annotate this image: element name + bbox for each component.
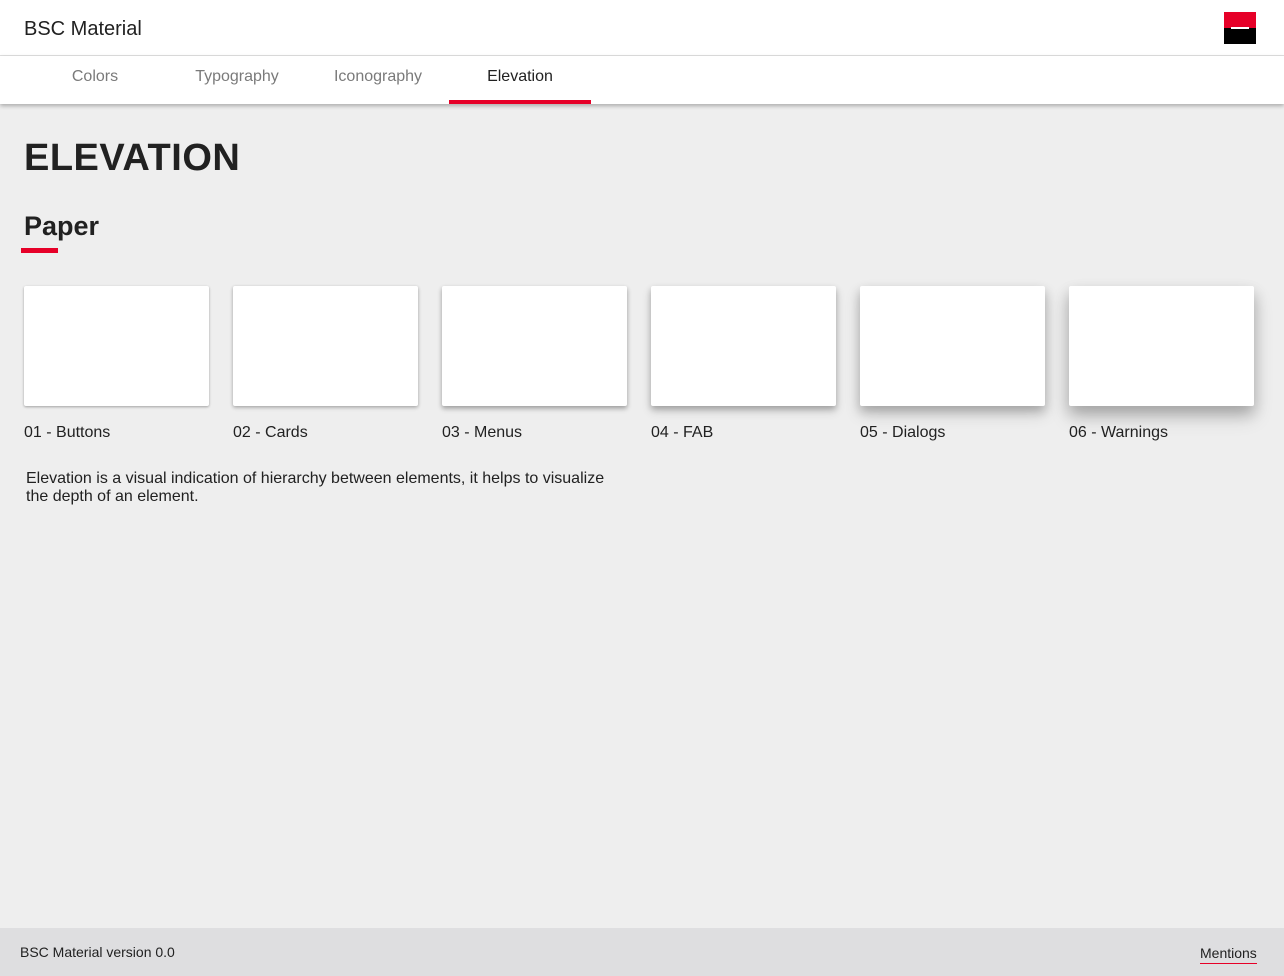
paper-sample-menus	[442, 286, 627, 406]
paper-label-cards: 02 - Cards	[233, 424, 308, 441]
app-root: BSC Material Colors Typography Iconograp…	[0, 0, 1284, 976]
brand-logo-icon[interactable]	[1224, 12, 1256, 44]
logo-red-half	[1224, 12, 1256, 28]
paper-label-dialogs: 05 - Dialogs	[860, 424, 946, 441]
version-text: BSC Material version 0.0	[20, 944, 175, 960]
section-title: Paper	[24, 211, 100, 241]
elevation-description: Elevation is a visual indication of hier…	[26, 470, 605, 505]
app-title: BSC Material	[24, 18, 142, 40]
footer: BSC Material version 0.0 Mentions	[0, 928, 1284, 976]
mentions-link[interactable]: Mentions	[1200, 944, 1257, 964]
section-title-underline	[21, 248, 58, 253]
paper-sample-fab	[651, 286, 836, 406]
paper-sample-warnings	[1069, 286, 1254, 406]
paper-sample-cards	[233, 286, 418, 406]
top-app-bar: BSC Material	[0, 0, 1284, 56]
tab-iconography[interactable]: Iconography	[307, 56, 449, 104]
tab-bar: Colors Typography Iconography Elevation	[0, 56, 1284, 104]
paper-sample-buttons	[24, 286, 209, 406]
tab-colors[interactable]: Colors	[24, 56, 166, 104]
logo-black-half	[1224, 28, 1256, 44]
paper-label-warnings: 06 - Warnings	[1069, 424, 1168, 441]
logo-white-bar	[1231, 27, 1249, 29]
paper-label-fab: 04 - FAB	[651, 424, 714, 441]
page-title: ELEVATION	[24, 137, 241, 179]
tab-elevation[interactable]: Elevation	[449, 56, 591, 104]
paper-sample-dialogs	[860, 286, 1045, 406]
tab-typography[interactable]: Typography	[166, 56, 308, 104]
paper-label-menus: 03 - Menus	[442, 424, 523, 441]
paper-label-buttons: 01 - Buttons	[24, 424, 111, 441]
